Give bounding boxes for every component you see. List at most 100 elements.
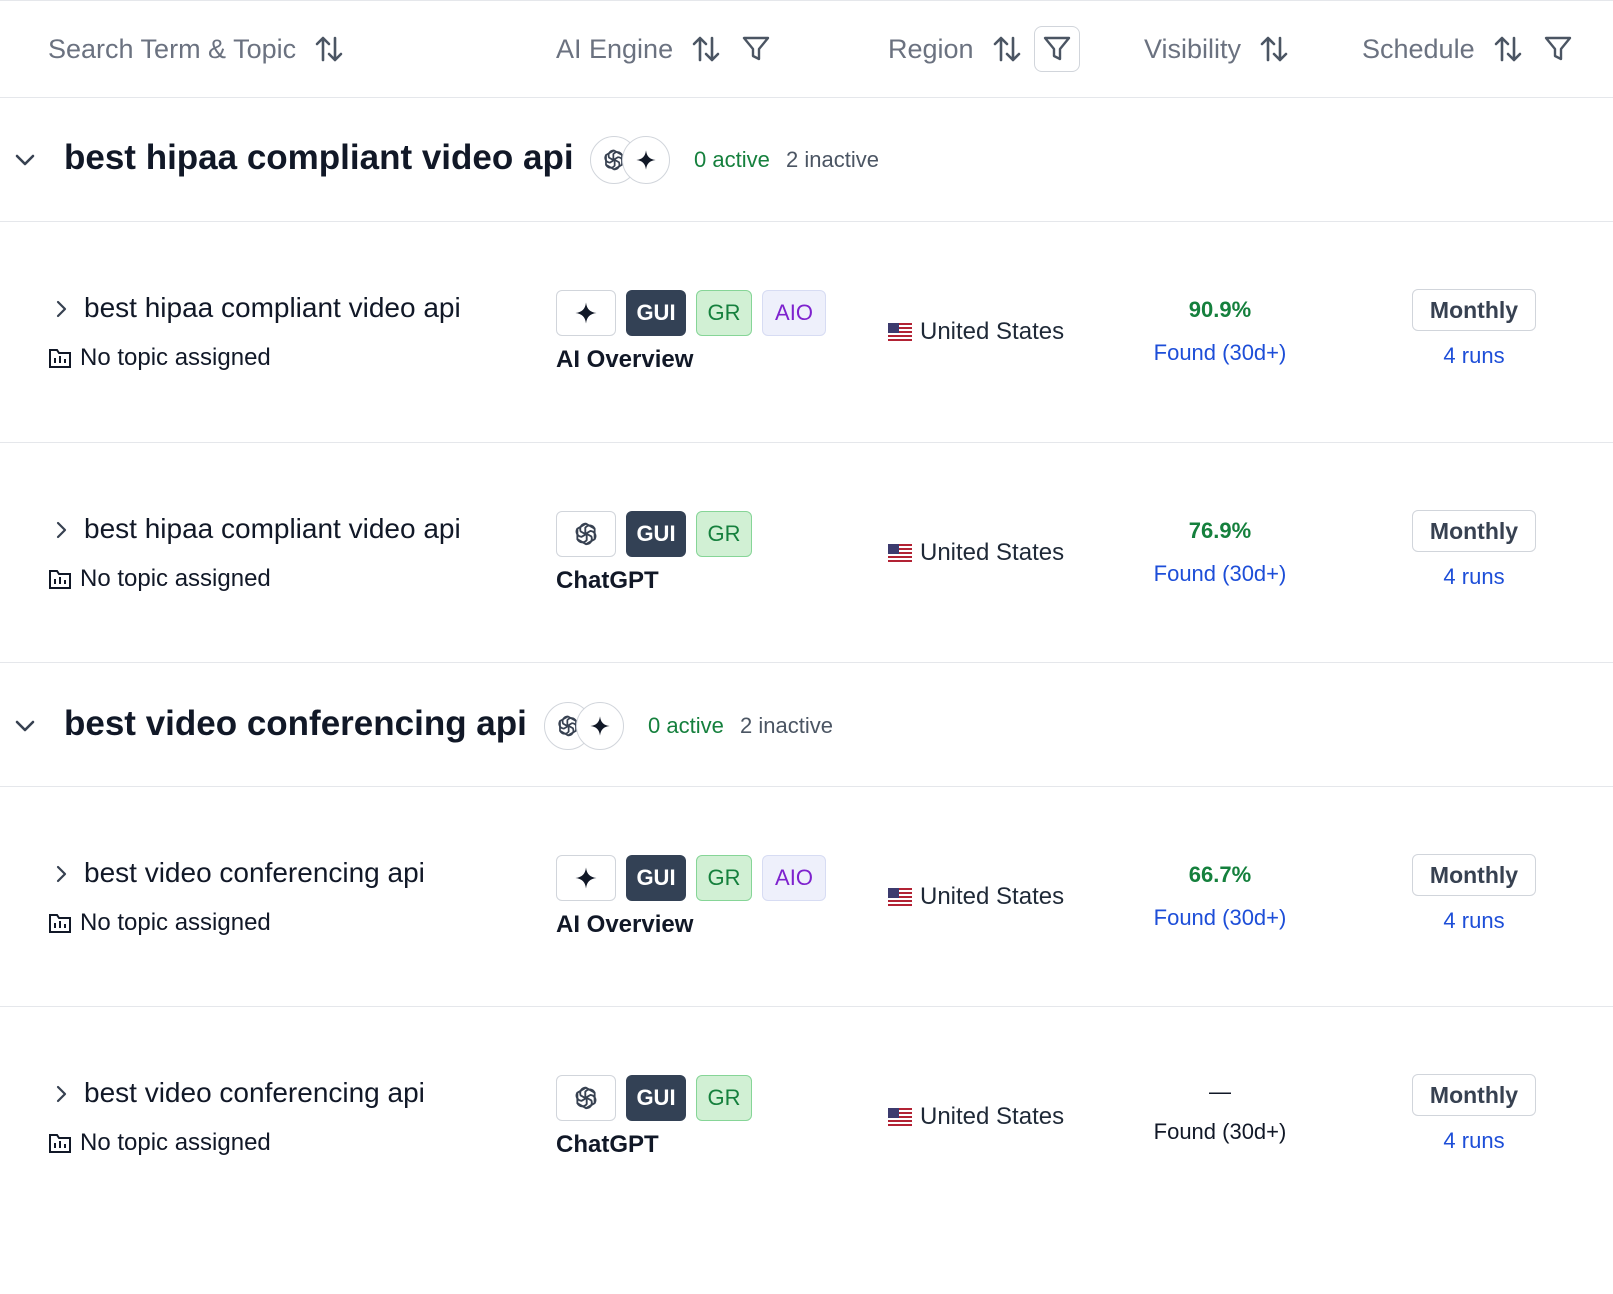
filter-icon[interactable] xyxy=(1033,26,1080,72)
column-header-label: Visibility xyxy=(1144,33,1242,64)
chevron-down-icon[interactable] xyxy=(12,147,38,173)
engine-badges: GUI GR xyxy=(556,1075,752,1121)
table-row[interactable]: best hipaa compliant video api No topic … xyxy=(0,222,1613,443)
us-flag-icon xyxy=(888,323,912,341)
filter-icon[interactable] xyxy=(733,26,779,72)
topic-text: No topic assigned xyxy=(80,565,271,592)
search-term: best video conferencing api xyxy=(84,857,425,888)
column-header-region[interactable]: Region xyxy=(888,26,1080,72)
sort-icon[interactable] xyxy=(990,32,1024,66)
found-link[interactable]: Found (30d+) xyxy=(1140,905,1300,931)
region-text: United States xyxy=(920,1103,1065,1130)
column-header-schedule[interactable]: Schedule xyxy=(1362,27,1581,71)
badge-aio: AIO xyxy=(762,855,826,901)
search-term: best hipaa compliant video api xyxy=(84,513,461,544)
search-term: best hipaa compliant video api xyxy=(84,292,461,323)
us-flag-icon xyxy=(888,544,912,562)
inactive-count: 2 inactive xyxy=(786,147,879,172)
table-row[interactable]: best video conferencing api No topic ass… xyxy=(0,787,1613,1007)
badge-gr: GR xyxy=(696,855,752,901)
sparkle-icon xyxy=(576,702,624,750)
search-term: best video conferencing api xyxy=(84,1077,425,1108)
table-row[interactable]: best video conferencing api No topic ass… xyxy=(0,1007,1613,1227)
visibility-percent: 66.7% xyxy=(1188,862,1252,887)
chevron-down-icon[interactable] xyxy=(12,713,38,739)
runs-link[interactable]: 4 runs xyxy=(1412,564,1536,590)
group-title: best hipaa compliant video api xyxy=(64,138,574,177)
schedule-button[interactable]: Monthly xyxy=(1412,289,1536,331)
badge-gui: GUI xyxy=(626,511,686,557)
sparkle-icon xyxy=(556,855,616,901)
engine-name: ChatGPT xyxy=(556,1131,659,1158)
active-count: 0 active xyxy=(694,147,770,172)
schedule-button[interactable]: Monthly xyxy=(1412,1074,1536,1116)
region: United States xyxy=(888,883,1064,911)
folder-icon xyxy=(49,914,71,933)
region-text: United States xyxy=(920,883,1065,910)
badge-gui: GUI xyxy=(626,855,686,901)
topic-label: No topic assigned xyxy=(48,565,271,593)
badge-gui: GUI xyxy=(626,290,686,336)
region-text: United States xyxy=(920,539,1065,566)
topic-text: No topic assigned xyxy=(80,344,271,371)
folder-icon xyxy=(49,349,71,368)
visibility-percent: 90.9% xyxy=(1188,297,1252,322)
active-count: 0 active xyxy=(648,713,724,738)
region-text: United States xyxy=(920,318,1065,345)
topic-label: No topic assigned xyxy=(48,344,271,372)
engine-name: AI Overview xyxy=(556,911,694,938)
region: United States xyxy=(888,539,1064,567)
openai-icon xyxy=(556,511,616,557)
chevron-right-icon[interactable] xyxy=(50,1083,72,1105)
column-header-label: Schedule xyxy=(1362,33,1475,64)
runs-link[interactable]: 4 runs xyxy=(1412,1128,1536,1154)
sort-icon[interactable] xyxy=(1257,32,1291,66)
engine-badges: GUI GR xyxy=(556,511,752,557)
chevron-right-icon[interactable] xyxy=(50,298,72,320)
engine-name: AI Overview xyxy=(556,346,694,373)
us-flag-icon xyxy=(888,1108,912,1126)
found-link[interactable]: Found (30d+) xyxy=(1140,561,1300,587)
found-text: Found (30d+) xyxy=(1153,1119,1287,1144)
visibility-percent: 76.9% xyxy=(1188,518,1252,543)
engine-name: ChatGPT xyxy=(556,567,659,594)
badge-gr: GR xyxy=(696,511,752,557)
us-flag-icon xyxy=(888,888,912,906)
folder-icon xyxy=(49,1134,71,1153)
runs-link[interactable]: 4 runs xyxy=(1412,908,1536,934)
badge-gui: GUI xyxy=(626,1075,686,1121)
group-row[interactable]: best hipaa compliant video api 0 active … xyxy=(0,98,1613,222)
column-header-label: AI Engine xyxy=(556,33,674,64)
badge-gr: GR xyxy=(696,290,752,336)
folder-icon xyxy=(49,570,71,589)
topic-text: No topic assigned xyxy=(80,909,271,936)
engine-icons-stack xyxy=(590,136,674,184)
sort-icon[interactable] xyxy=(689,32,723,66)
visibility-percent: — xyxy=(1209,1079,1231,1104)
badge-gr: GR xyxy=(696,1075,752,1121)
table-row[interactable]: best hipaa compliant video api No topic … xyxy=(0,443,1613,663)
schedule-button[interactable]: Monthly xyxy=(1412,854,1536,896)
found-link[interactable]: Found (30d+) xyxy=(1140,340,1300,366)
column-header-search-term[interactable]: Search Term & Topic xyxy=(48,27,346,71)
group-title: best video conferencing api xyxy=(64,704,527,743)
engine-badges: GUI GR AIO xyxy=(556,290,826,336)
chevron-right-icon[interactable] xyxy=(50,519,72,541)
topic-label: No topic assigned xyxy=(48,909,271,937)
search-terms-table: Search Term & Topic AI Engine Region Vis… xyxy=(0,0,1613,1294)
runs-link[interactable]: 4 runs xyxy=(1412,343,1536,369)
column-header-ai-engine[interactable]: AI Engine xyxy=(556,27,779,71)
topic-label: No topic assigned xyxy=(48,1129,271,1157)
engine-icons-stack xyxy=(544,702,628,750)
schedule-button[interactable]: Monthly xyxy=(1412,510,1536,552)
column-header-label: Region xyxy=(888,33,974,64)
column-header-visibility[interactable]: Visibility xyxy=(1144,27,1291,71)
sparkle-icon xyxy=(622,136,670,184)
group-row[interactable]: best video conferencing api 0 active 2 i… xyxy=(0,663,1613,787)
inactive-count: 2 inactive xyxy=(740,713,833,738)
chevron-right-icon[interactable] xyxy=(50,863,72,885)
sort-icon[interactable] xyxy=(1491,32,1525,66)
engine-badges: GUI GR AIO xyxy=(556,855,826,901)
filter-icon[interactable] xyxy=(1535,26,1581,72)
sort-icon[interactable] xyxy=(312,32,346,66)
